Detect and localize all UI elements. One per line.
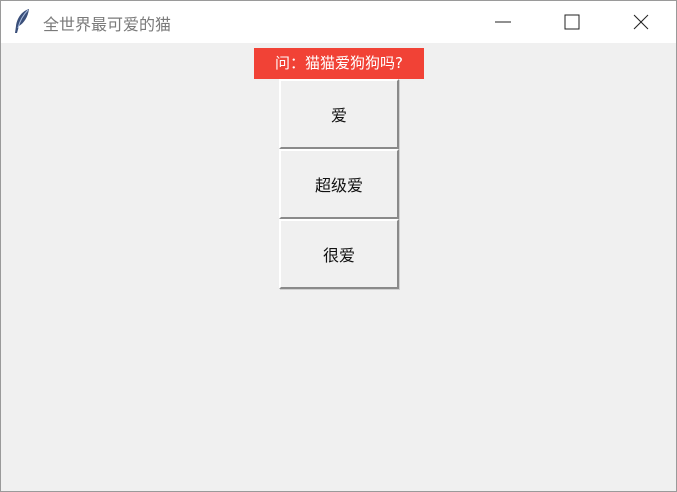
- close-button[interactable]: [606, 1, 676, 43]
- feather-icon: [13, 8, 33, 34]
- app-window: 全世界最可爱的猫 问：猫猫爱狗狗吗? 爱 超级爱 很爱: [0, 0, 677, 492]
- maximize-icon: [564, 14, 580, 30]
- maximize-button[interactable]: [537, 1, 607, 43]
- window-title: 全世界最可爱的猫: [43, 15, 172, 34]
- question-label: 问：猫猫爱狗狗吗?: [254, 48, 424, 79]
- title-bar[interactable]: 全世界最可爱的猫: [1, 1, 676, 43]
- close-icon: [633, 14, 649, 30]
- minimize-button[interactable]: [468, 1, 538, 43]
- answer-button-love[interactable]: 爱: [279, 79, 399, 149]
- client-area: 问：猫猫爱狗狗吗? 爱 超级爱 很爱: [1, 43, 676, 491]
- answer-button-super-love[interactable]: 超级爱: [279, 149, 399, 219]
- minimize-icon: [495, 21, 511, 23]
- answer-button-very-love[interactable]: 很爱: [279, 219, 399, 289]
